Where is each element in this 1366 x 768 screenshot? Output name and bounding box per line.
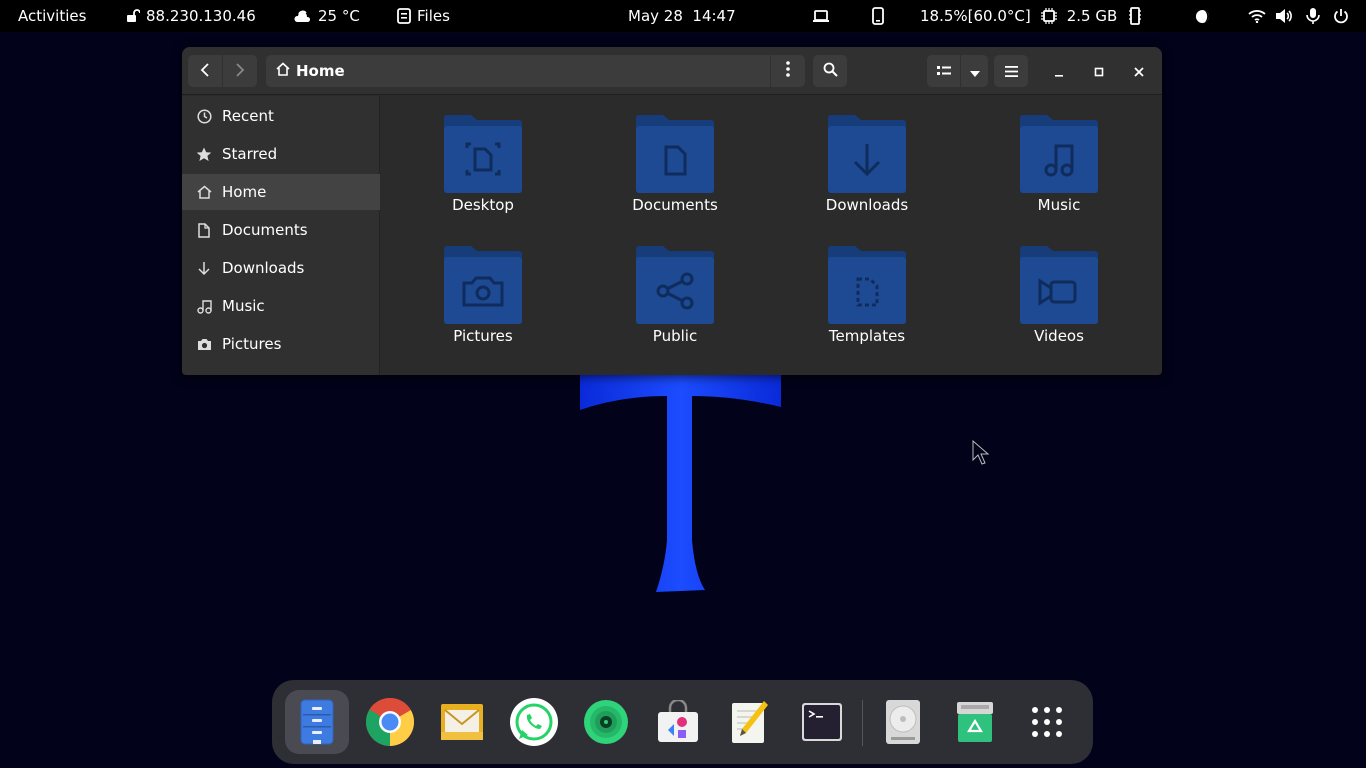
dock-whatsapp[interactable] [502,690,566,754]
app-grid-icon [1032,707,1062,737]
kebab-menu-icon [786,61,790,81]
folder-label: Downloads [825,196,909,214]
chrome-app-icon [365,697,415,746]
folder-label: Documents [632,196,718,214]
files-window: Home Recent Starred Home Documents Downl… [182,47,1162,375]
close-button[interactable] [1124,55,1154,87]
sidebar-item-label: Downloads [222,259,305,277]
dock-music-player[interactable] [574,690,638,754]
music-icon [196,298,212,314]
header-bar: Home [182,47,1162,95]
files-app-icon [300,699,334,745]
folder-label: Templates [828,327,906,345]
clock-icon [196,108,212,124]
list-view-icon [936,62,951,81]
minimize-icon [1054,62,1064,81]
chevron-right-icon [235,62,245,81]
camera-icon [196,336,212,352]
dock-files[interactable] [285,690,349,754]
folder-label: Music [1037,196,1081,214]
folder-videos[interactable]: Videos [984,245,1134,365]
search-icon [823,62,838,81]
path-menu-button[interactable] [771,55,805,87]
back-button[interactable] [188,55,222,87]
terminal-app-icon [802,703,842,741]
public-folder-icon [636,246,714,324]
sidebar-item-label: Documents [222,221,308,239]
folder-label: Videos [1034,327,1084,345]
music-player-app-icon [584,700,628,744]
folder-pictures[interactable]: Pictures [408,245,558,365]
dock-trash[interactable] [943,690,1007,754]
dock-chrome[interactable] [358,690,422,754]
sidebar: Recent Starred Home Documents Downloads … [182,96,380,375]
sidebar-item-music[interactable]: Music [182,288,380,324]
sidebar-item-pictures[interactable]: Pictures [182,326,380,362]
close-icon [1134,62,1144,81]
trash-icon [957,702,993,742]
path-bar[interactable]: Home [266,55,770,87]
dock-mail[interactable] [430,690,494,754]
music-folder-icon [1020,115,1098,193]
documents-folder-icon [636,115,714,193]
folder-label: Pictures [453,327,513,345]
downloads-folder-icon [828,115,906,193]
dock-disk[interactable] [871,690,935,754]
folder-downloads[interactable]: Downloads [792,114,942,234]
mail-app-icon [441,704,483,740]
main-menu-button[interactable] [994,55,1028,87]
forward-button[interactable] [223,55,257,87]
sidebar-item-downloads[interactable]: Downloads [182,250,380,286]
folder-desktop[interactable]: Desktop [408,114,558,234]
sidebar-item-label: Pictures [222,335,282,353]
home-icon [276,62,290,80]
folder-label: Public [652,327,698,345]
folder-label: Desktop [452,196,514,214]
dock-software[interactable] [646,690,710,754]
dock-show-applications[interactable] [1015,690,1079,754]
maximize-button[interactable] [1084,55,1114,87]
chevron-left-icon [200,62,210,81]
sidebar-item-documents[interactable]: Documents [182,212,380,248]
hamburger-menu-icon [1004,62,1018,81]
disk-icon [886,700,920,744]
whatsapp-app-icon [510,698,558,746]
sidebar-item-recent[interactable]: Recent [182,98,380,134]
sidebar-item-label: Recent [222,107,274,125]
path-label: Home [296,62,345,80]
dock-terminal[interactable] [790,690,854,754]
dock-separator [862,700,863,746]
minimize-button[interactable] [1044,55,1074,87]
desktop-folder-icon [444,115,522,193]
maximize-icon [1094,62,1104,81]
view-options-button[interactable] [961,55,988,87]
templates-folder-icon [828,246,906,324]
document-icon [196,222,212,238]
home-icon [196,184,212,200]
sidebar-item-home[interactable]: Home [182,174,380,210]
software-app-icon [658,700,698,742]
sidebar-item-label: Music [222,297,265,315]
sidebar-item-label: Home [222,183,267,201]
text-editor-app-icon [732,701,768,743]
folder-music[interactable]: Music [984,114,1134,234]
search-button[interactable] [813,55,847,87]
sidebar-item-label: Starred [222,145,278,163]
folder-view: Desktop Documents Downloads Music Pictur… [381,96,1162,375]
dock-text-editor[interactable] [718,690,782,754]
star-icon [196,146,212,162]
folder-templates[interactable]: Templates [792,245,942,365]
videos-folder-icon [1020,246,1098,324]
download-icon [196,260,212,276]
sidebar-item-starred[interactable]: Starred [182,136,380,172]
view-toggle-button[interactable] [927,55,960,87]
folder-documents[interactable]: Documents [600,114,750,234]
folder-public[interactable]: Public [600,245,750,365]
dock [272,680,1093,764]
mouse-cursor-icon [972,440,990,465]
pictures-folder-icon [444,246,522,324]
caret-down-icon [969,62,980,81]
